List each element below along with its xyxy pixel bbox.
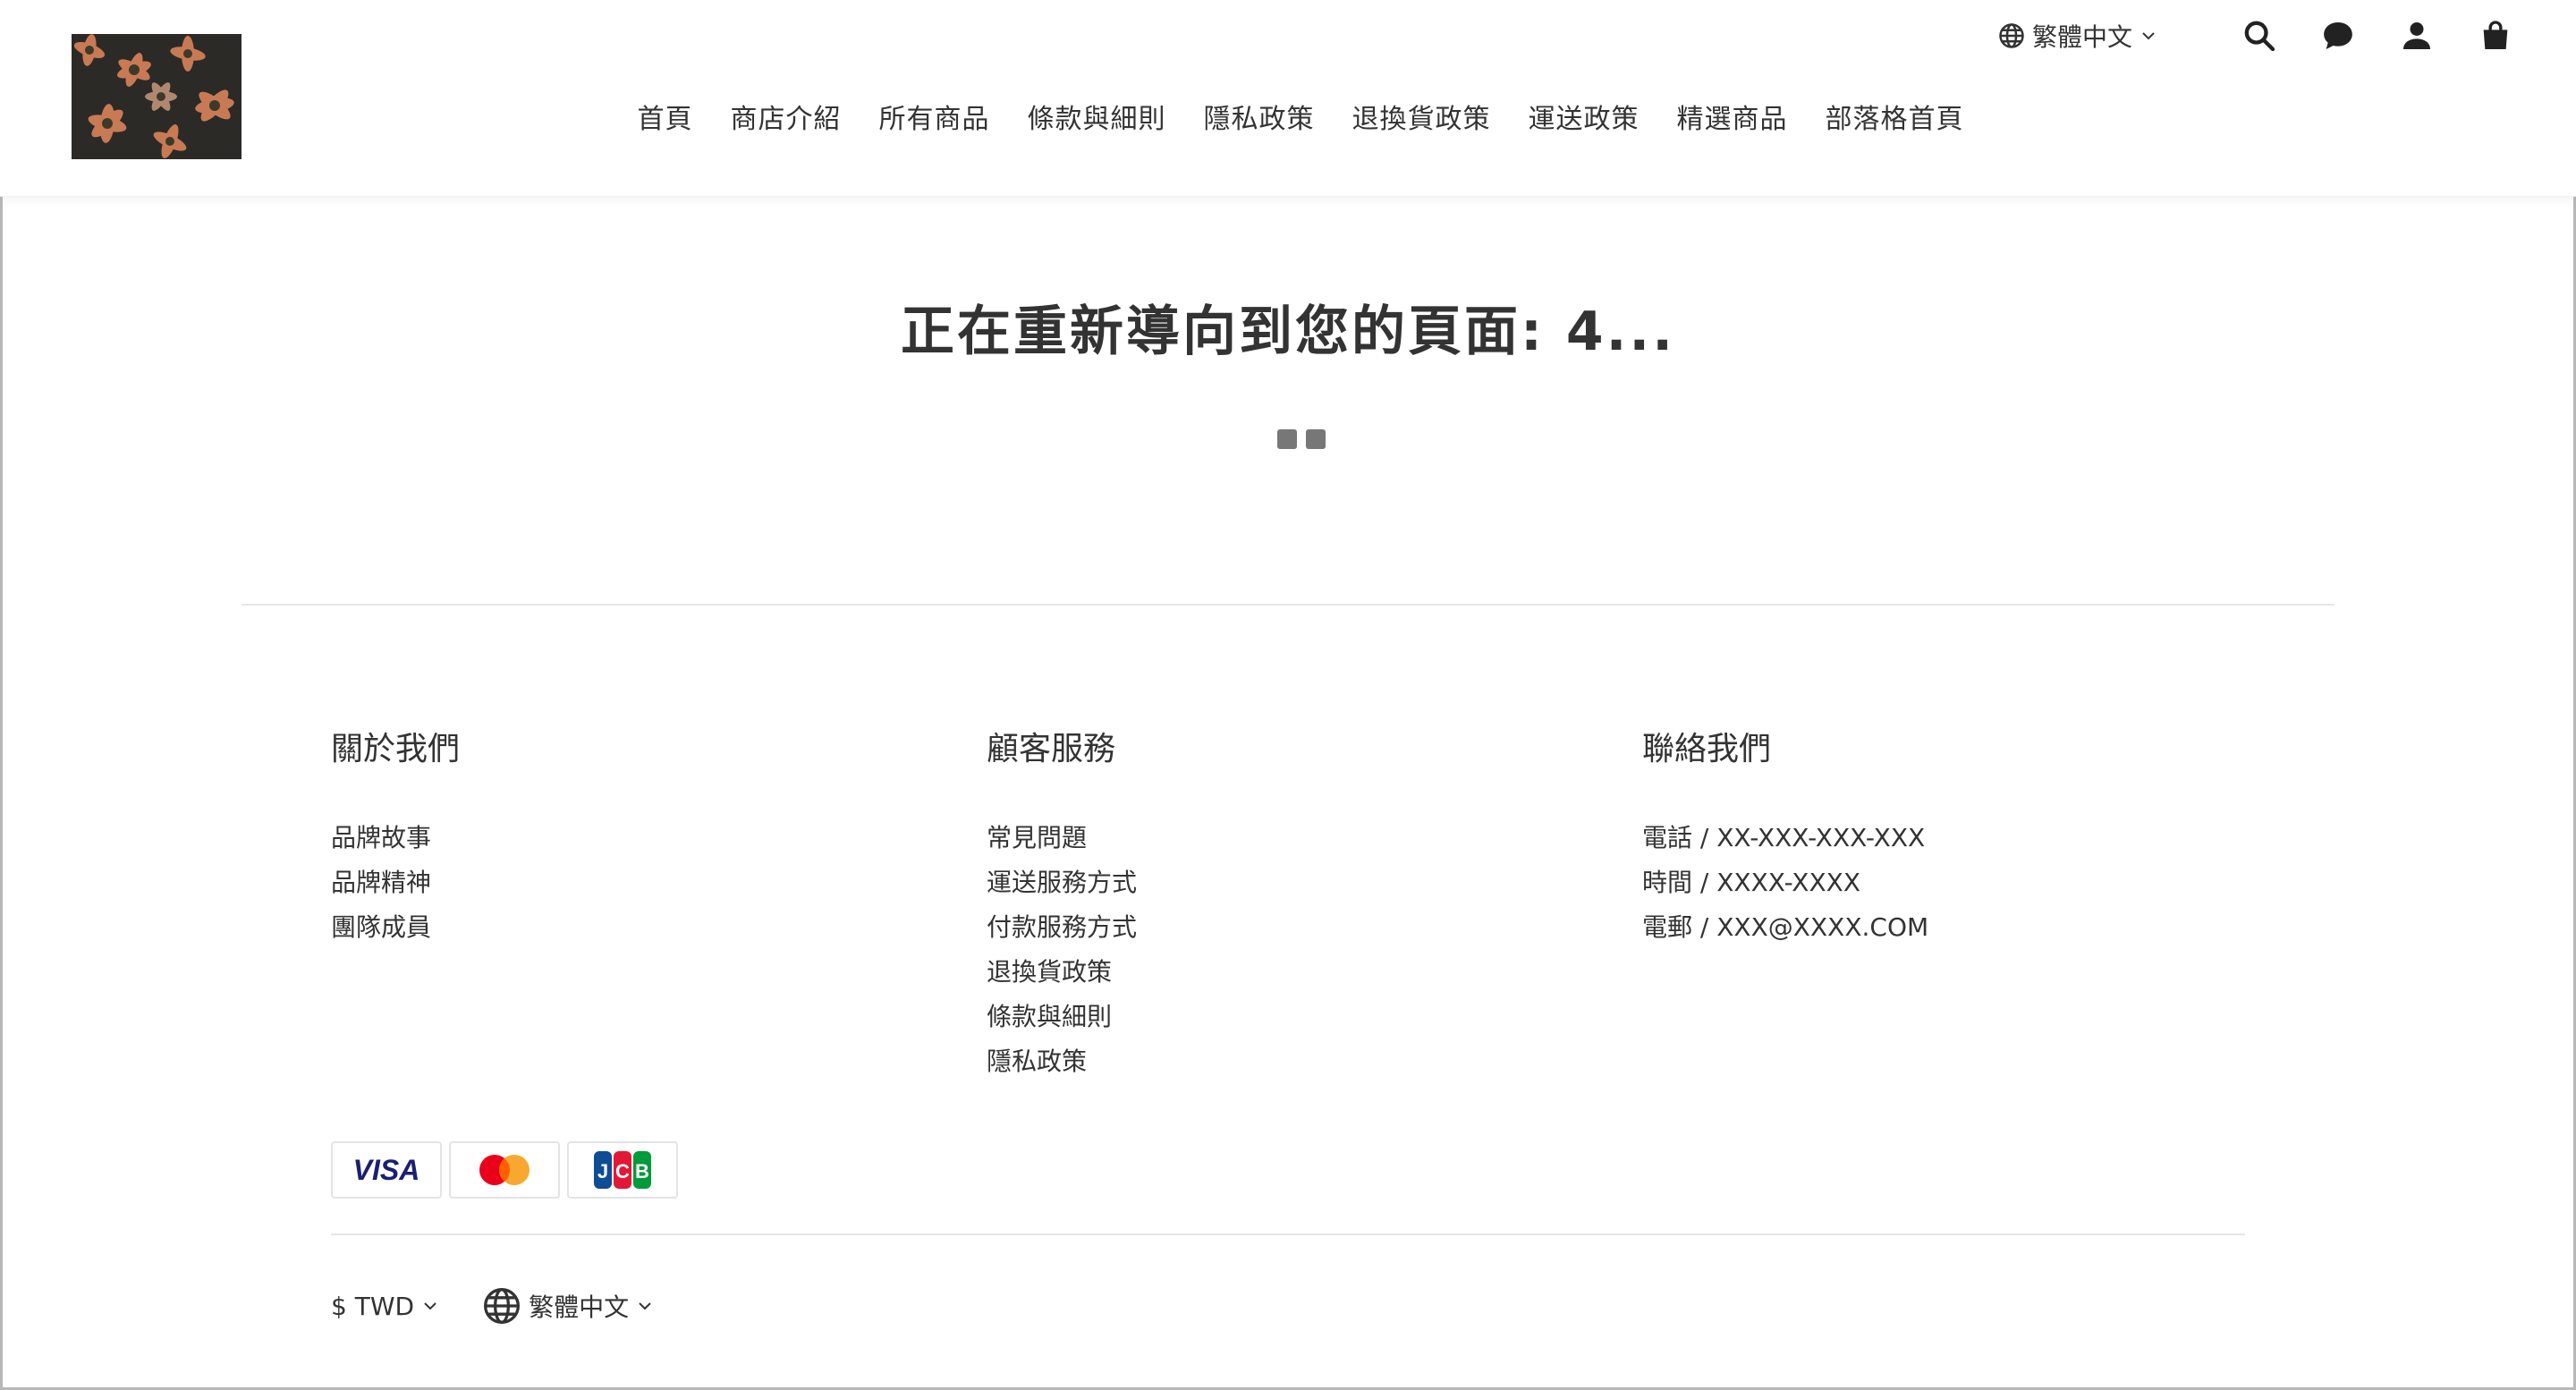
nav-item-blog[interactable]: 部落格首頁: [1826, 97, 1964, 136]
chevron-down-icon: [639, 1302, 651, 1310]
nav-item-returns[interactable]: 退換貨政策: [1352, 97, 1491, 136]
search-icon[interactable]: [2241, 18, 2277, 54]
user-icon[interactable]: [2399, 18, 2435, 54]
footer-link-brand-story[interactable]: 品牌故事: [331, 816, 460, 860]
nav-item-home[interactable]: 首頁: [638, 97, 693, 136]
nav-item-shipping[interactable]: 運送政策: [1529, 97, 1640, 136]
nav-item-all-products[interactable]: 所有商品: [879, 97, 990, 136]
footer-language-label: 繁體中文: [529, 1293, 630, 1322]
footer-link-shipping-methods[interactable]: 運送服務方式: [987, 860, 1137, 905]
visa-logo: VISA: [331, 1141, 442, 1199]
payment-methods: VISA J C B: [331, 1141, 678, 1199]
footer-contact-heading: 聯絡我們: [1642, 731, 1772, 767]
footer-link-returns[interactable]: 退換貨政策: [987, 950, 1137, 995]
footer-service-heading: 顧客服務: [987, 731, 1116, 767]
chat-icon[interactable]: [2320, 18, 2356, 54]
svg-text:J: J: [597, 1160, 608, 1182]
contact-email: 電郵 / XXX@XXXX.COM: [1642, 912, 1929, 942]
jcb-logo: J C B: [567, 1141, 678, 1199]
contact-hours: 時間 / XXXX-XXXX: [1642, 868, 1861, 897]
footer-about-heading: 關於我們: [331, 731, 461, 767]
currency-selector[interactable]: $ TWD: [331, 1292, 441, 1321]
footer-link-terms[interactable]: 條款與細則: [987, 995, 1137, 1039]
svg-text:VISA: VISA: [353, 1154, 420, 1186]
chevron-down-icon: [424, 1302, 436, 1310]
currency-label: $ TWD: [331, 1291, 415, 1321]
language-selector[interactable]: 繁體中文: [1998, 18, 2159, 54]
main-navigation: 首頁 商店介紹 所有商品 條款與細則 隱私政策 退換貨政策 運送政策 精選商品 …: [0, 97, 2576, 136]
footer-about: 關於我們 品牌故事 品牌精神 團隊成員: [331, 723, 460, 950]
loading-indicator: [1277, 429, 1326, 449]
nav-item-store-intro[interactable]: 商店介紹: [731, 97, 842, 136]
footer-link-faq[interactable]: 常見問題: [987, 816, 1137, 860]
footer-language-selector[interactable]: 繁體中文: [482, 1286, 656, 1326]
svg-text:C: C: [615, 1160, 630, 1182]
nav-item-privacy[interactable]: 隱私政策: [1204, 97, 1315, 136]
contact-phone: 電話 / XX-XXX-XXX-XXX: [1642, 823, 1926, 852]
language-label: 繁體中文: [2031, 22, 2132, 52]
footer-link-brand-spirit[interactable]: 品牌精神: [331, 860, 460, 905]
header-utilities: 繁體中文: [1998, 16, 2513, 55]
footer-settings: $ TWD 繁體中文: [331, 1286, 656, 1326]
mastercard-logo: [449, 1141, 560, 1199]
loader-dot: [1277, 429, 1297, 449]
footer-link-team[interactable]: 團隊成員: [331, 905, 460, 950]
footer-divider: [331, 1233, 2245, 1235]
footer-link-privacy[interactable]: 隱私政策: [987, 1039, 1137, 1084]
footer-service: 顧客服務 常見問題 運送服務方式 付款服務方式 退換貨政策 條款與細則 隱私政策: [987, 723, 1137, 1084]
globe-icon: [484, 1288, 521, 1324]
footer-link-payment-methods[interactable]: 付款服務方式: [987, 905, 1137, 950]
nav-item-terms[interactable]: 條款與細則: [1028, 97, 1166, 136]
cart-icon[interactable]: [2478, 18, 2513, 54]
nav-item-featured[interactable]: 精選商品: [1677, 97, 1788, 136]
chevron-down-icon: [2142, 32, 2155, 40]
svg-text:B: B: [635, 1160, 649, 1182]
content-divider: [242, 604, 2334, 606]
site-header: 繁體中文 首頁 商店介紹 所有商品 條款與細則 隱私政策 退換貨政策 運送政策 …: [0, 0, 2576, 197]
loader-dot: [1306, 429, 1326, 449]
redirect-message: 正在重新導向到您的頁面: 4...: [900, 301, 1675, 363]
globe-icon: [1999, 23, 2024, 48]
footer-contact: 聯絡我們 電話 / XX-XXX-XXX-XXX 時間 / XXXX-XXXX …: [1642, 723, 1928, 950]
